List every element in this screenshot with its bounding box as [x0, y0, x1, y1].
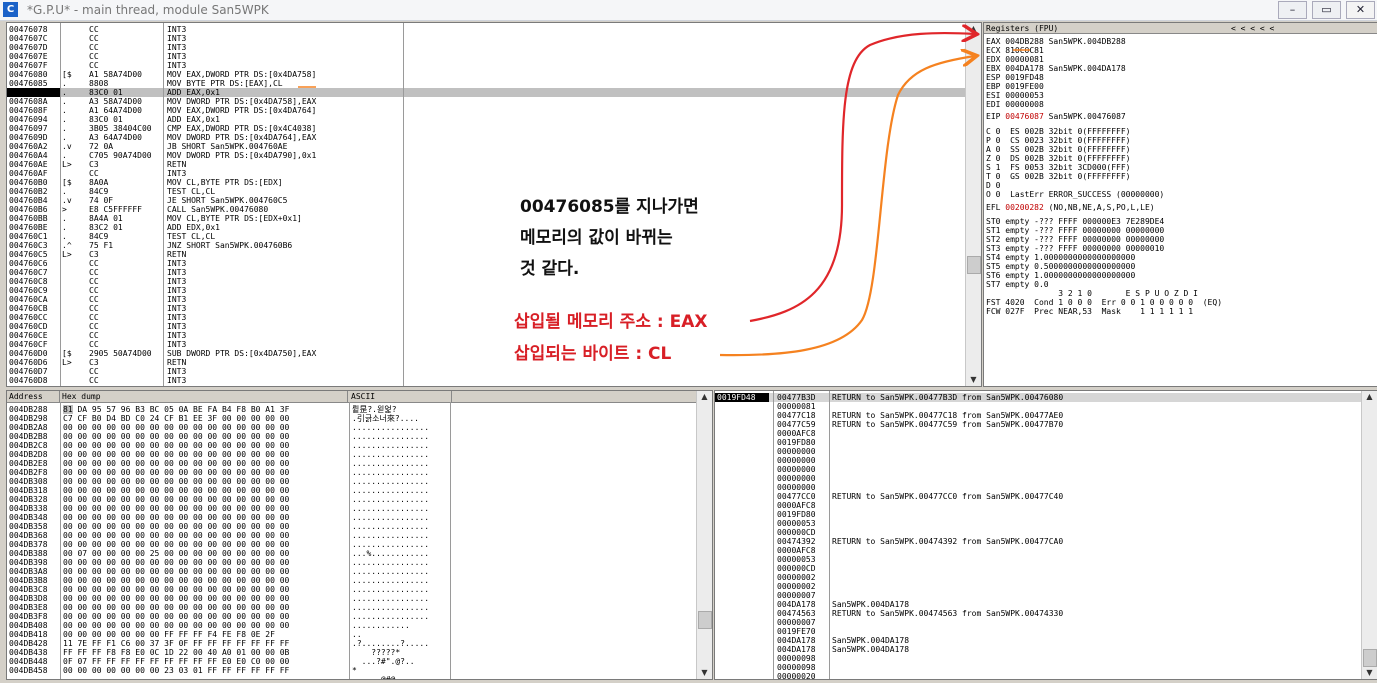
- disasm-address-column[interactable]: 00476078 0047607C 0047607D 0047607E 0047…: [9, 25, 48, 385]
- eip-row[interactable]: EIP 00476087 San5WPK.00476087: [986, 112, 1126, 121]
- disasm-jump-markers: [$ . . . . . . . .v . L> [$ . .v > . . .…: [62, 70, 72, 367]
- dump-header: Address Hex dump ASCII: [7, 391, 712, 403]
- flags-segments[interactable]: C 0 ES 002B 32bit 0(FFFFFFFF) P 0 CS 002…: [986, 127, 1164, 199]
- hex-dump-pane[interactable]: Address Hex dump ASCII 004DB288 004DB298…: [6, 390, 713, 680]
- window-title: *G.P.U* - main thread, module San5WPK: [27, 3, 269, 17]
- maximize-button[interactable]: ▭: [1312, 1, 1341, 19]
- annotation-line-3: 것 같다.: [520, 259, 580, 279]
- dump-scrollbar[interactable]: ▲ ▼: [696, 391, 712, 679]
- annotation-eax: 삽입될 메모리 주소 : EAX: [514, 312, 708, 332]
- disasm-scrollbar[interactable]: ▲ ▼: [965, 23, 981, 386]
- general-registers[interactable]: EAX 004DB288 San5WPK.004DB288 ECX 810C0C…: [986, 37, 1126, 109]
- address-column-header[interactable]: Address: [7, 391, 60, 402]
- minimize-button[interactable]: –: [1278, 1, 1307, 19]
- fpu-registers[interactable]: ST0 empty -??? FFFF 000000E3 7E289DE4 ST…: [986, 217, 1222, 316]
- scroll-up-arrow-icon[interactable]: ▲: [697, 391, 712, 403]
- scroll-up-arrow-icon[interactable]: ▲: [1362, 391, 1377, 403]
- annotation-line-2: 메모리의 값이 바뀌는: [520, 228, 673, 248]
- efl-value[interactable]: 00200282: [1005, 203, 1044, 212]
- stack-pane[interactable]: 0019FD48 0019FD4C 0019FD50 0019FD54 0019…: [714, 390, 1377, 680]
- ascii-column-header[interactable]: ASCII: [349, 391, 452, 402]
- annotation-cl: 삽입되는 바이트 : CL: [514, 344, 672, 364]
- scroll-up-arrow-icon[interactable]: ▲: [966, 23, 981, 35]
- scroll-thumb[interactable]: [967, 256, 981, 274]
- dump-address-column[interactable]: 004DB288 004DB298 004DB2A8 004DB2B8 004D…: [9, 405, 48, 675]
- app-icon: C: [3, 2, 18, 17]
- stack-scrollbar[interactable]: ▲ ▼: [1361, 391, 1377, 679]
- scroll-thumb[interactable]: [698, 611, 712, 629]
- close-button[interactable]: ✕: [1346, 1, 1375, 19]
- registers-nav-arrows[interactable]: < < < < <: [1229, 23, 1274, 34]
- disassembly-pane[interactable]: 00476078 0047607C 0047607D 0047607E 0047…: [6, 22, 982, 387]
- stack-value-column[interactable]: 00477B3D 00000081 00477C18 00477C59 0000…: [777, 393, 816, 679]
- stack-address-column[interactable]: 0019FD48 0019FD4C 0019FD50 0019FD54 0019…: [717, 393, 756, 679]
- eip-value[interactable]: 00476087: [1005, 112, 1044, 121]
- stack-addresses[interactable]: 0019FD48 0019FD4C 0019FD50 0019FD54 0019…: [717, 393, 756, 679]
- stack-comment-column[interactable]: RETURN to San5WPK.00477B3D from San5WPK.…: [832, 393, 1063, 672]
- disasm-instruction-column[interactable]: INT3 INT3 INT3 INT3 INT3 MOV EAX,DWORD P…: [167, 25, 316, 385]
- registers-title: Registers (FPU): [986, 24, 1059, 33]
- eip-label: EIP: [986, 112, 1001, 121]
- registers-pane[interactable]: Registers (FPU) < < < < < EAX 004DB288 S…: [983, 22, 1377, 387]
- scroll-down-arrow-icon[interactable]: ▼: [966, 374, 981, 386]
- annotation-note: 00476085를 지나가면 메모리의 값이 바뀌는 것 같다.: [520, 192, 699, 285]
- efl-flags: (NO,NB,NE,A,S,PO,L,LE): [1048, 203, 1155, 212]
- registers-header: Registers (FPU) < < < < <: [984, 23, 1377, 34]
- eip-symbol: San5WPK.00476087: [1048, 112, 1126, 121]
- title-bar: C *G.P.U* - main thread, module San5WPK …: [0, 0, 1377, 21]
- annotation-line-1: 00476085를 지나가면: [520, 197, 699, 217]
- selected-byte[interactable]: 81: [63, 405, 73, 414]
- efl-label: EFL: [986, 203, 1001, 212]
- hex-column-header[interactable]: Hex dump: [60, 391, 348, 402]
- dump-hex-rows: C7 CF B0 D4 BD C0 24 CF B1 EE 3F 00 00 0…: [63, 414, 290, 675]
- disasm-hex-column[interactable]: CC CC CC CC CC A1 58A74D00 8808 83C0 01 …: [89, 25, 152, 385]
- efl-row[interactable]: EFL 00200282 (NO,NB,NE,A,S,PO,L,LE): [986, 203, 1155, 212]
- scroll-down-arrow-icon[interactable]: ▼: [697, 667, 712, 679]
- dump-hex-row: DA 95 57 96 B3 BC 05 0A BE FA B4 F8 B0 A…: [72, 405, 290, 414]
- scroll-down-arrow-icon[interactable]: ▼: [1362, 667, 1377, 679]
- dump-hex-column[interactable]: 81 DA 95 57 96 B3 BC 05 0A BE FA B4 F8 B…: [63, 405, 289, 675]
- dump-ascii-column[interactable]: 륕昰?.왿엁? .引긁소너來?.... ................ ...…: [352, 405, 429, 679]
- scroll-thumb[interactable]: [1363, 649, 1377, 667]
